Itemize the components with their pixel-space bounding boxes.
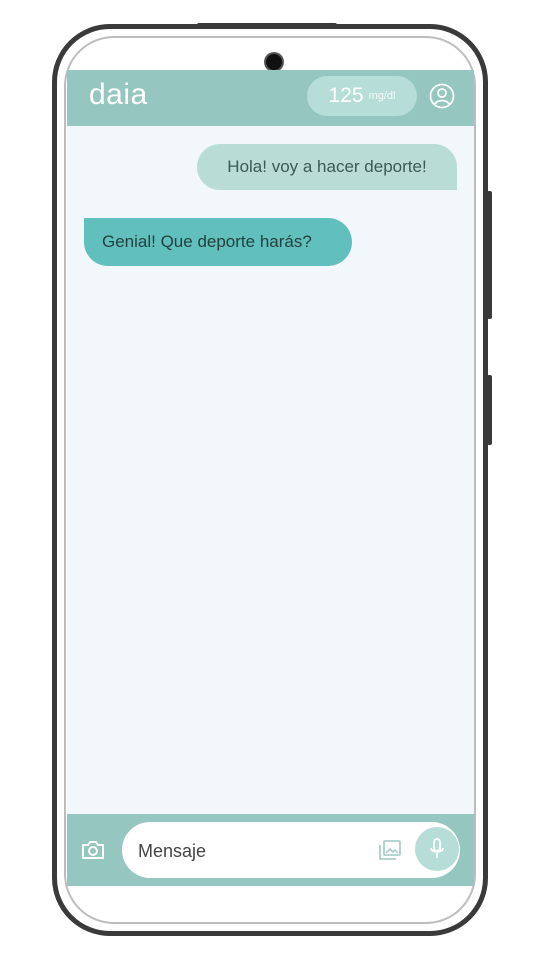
glucose-unit: mg/dl: [368, 90, 396, 102]
app-logo: daia: [89, 78, 148, 111]
app-screen: daia 125 mg/dl Hola! voy a hacer deporte…: [67, 70, 474, 886]
volume-button: [487, 191, 492, 319]
message-bubble-sent: Hola! voy a hacer deporte!: [197, 144, 457, 190]
message-bubble-received: Genial! Que deporte harás?: [84, 218, 352, 266]
camera-icon[interactable]: [80, 838, 106, 862]
message-text: Hola! voy a hacer deporte!: [227, 157, 427, 176]
gallery-icon[interactable]: [378, 839, 402, 861]
message-input-container: [122, 822, 460, 880]
microphone-button[interactable]: [415, 827, 459, 871]
message-input[interactable]: [136, 822, 370, 880]
phone-top-edge: [197, 23, 337, 27]
power-button: [487, 375, 492, 445]
user-circle-icon[interactable]: [429, 83, 455, 109]
glucose-reading-badge[interactable]: 125 mg/dl: [307, 76, 417, 116]
app-header: daia 125 mg/dl: [67, 70, 474, 126]
front-camera: [266, 54, 282, 70]
message-composer: [67, 814, 474, 886]
glucose-value: 125: [328, 84, 364, 107]
message-text: Genial! Que deporte harás?: [102, 232, 312, 251]
chat-thread: Hola! voy a hacer deporte! Genial! Que d…: [67, 126, 474, 814]
microphone-icon: [430, 838, 444, 858]
